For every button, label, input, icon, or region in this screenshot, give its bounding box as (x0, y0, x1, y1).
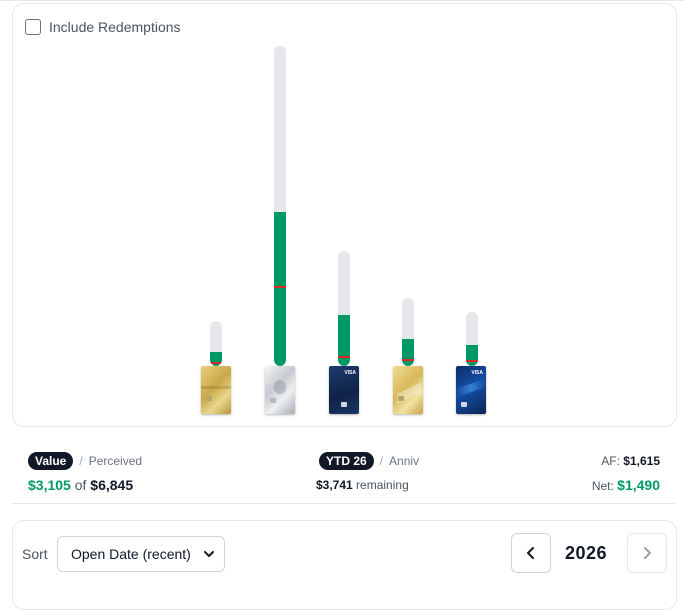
prev-year-button[interactable] (511, 533, 551, 573)
bar-track (402, 298, 414, 366)
controls-card: Sort Open Date (recent) 2026 (12, 520, 677, 610)
value-toggle-group: Value / Perceived (28, 452, 142, 470)
ytd-toggle-active[interactable]: YTD 26 (319, 452, 374, 470)
net-label: Net: (591, 479, 614, 493)
bar-track (274, 46, 286, 366)
chevron-left-icon (527, 547, 534, 559)
remaining-text: $3,741 remaining (316, 478, 409, 492)
include-redemptions-checkbox[interactable] (25, 19, 41, 35)
next-year-button[interactable] (627, 533, 667, 573)
sort-selected-value: Open Date (recent) (71, 546, 191, 562)
value-toggle-active[interactable]: Value (28, 452, 74, 470)
bar-marker (402, 359, 414, 362)
of-label: of (74, 477, 87, 493)
card-thumbnail-gold[interactable] (201, 366, 231, 414)
net-value: $1,490 (617, 477, 660, 493)
summary-divider (12, 503, 675, 504)
chevron-down-icon (204, 551, 214, 557)
remaining-label: remaining (356, 478, 409, 492)
perceived-toggle[interactable]: Perceived (89, 454, 142, 468)
bar-track (338, 251, 350, 366)
af-value: $1,615 (623, 454, 660, 468)
net-value-row: Net: $1,490 (592, 477, 660, 493)
card-thumbnail-navy[interactable]: VISA (329, 366, 359, 414)
sort-label: Sort (22, 546, 48, 562)
bar-fill (210, 352, 222, 366)
af-label: AF: (601, 454, 620, 468)
value-total: $3,105 of $6,845 (28, 477, 133, 493)
card-thumbnail-platinum[interactable] (265, 366, 295, 414)
bar-track (466, 312, 478, 366)
card-thumbnail-blue[interactable]: VISA (456, 366, 486, 414)
include-redemptions-toggle[interactable]: Include Redemptions (25, 19, 181, 35)
bar-marker (466, 359, 478, 362)
bar-marker (210, 361, 222, 364)
toggle-separator: / (379, 454, 384, 468)
bar-fill (466, 345, 478, 366)
bar-fill (338, 315, 350, 366)
include-redemptions-label: Include Redemptions (49, 19, 181, 35)
card-value-chart: Include Redemptions VISA VISA (12, 3, 677, 427)
bar-track (210, 321, 222, 366)
summary-row: Value / Perceived $3,105 of $6,845 YTD 2… (0, 444, 685, 504)
period-toggle-group: YTD 26 / Anniv (319, 452, 419, 470)
bar-fill (402, 339, 414, 366)
earned-value: $3,105 (28, 477, 71, 493)
annual-fee: AF: $1,615 (601, 454, 660, 468)
remaining-amount: $3,741 (316, 478, 353, 492)
anniv-toggle[interactable]: Anniv (389, 454, 419, 468)
total-value: $6,845 (90, 477, 134, 493)
year-display: 2026 (565, 543, 608, 563)
chevron-right-icon (644, 547, 651, 559)
toggle-separator: / (79, 454, 83, 468)
card-thumbnail-lightgold[interactable] (393, 366, 423, 414)
sort-select[interactable]: Open Date (recent) (57, 536, 225, 572)
bar-marker (274, 286, 286, 288)
top-divider (0, 0, 685, 1)
bar-fill (274, 212, 286, 366)
bar-marker (338, 355, 350, 358)
